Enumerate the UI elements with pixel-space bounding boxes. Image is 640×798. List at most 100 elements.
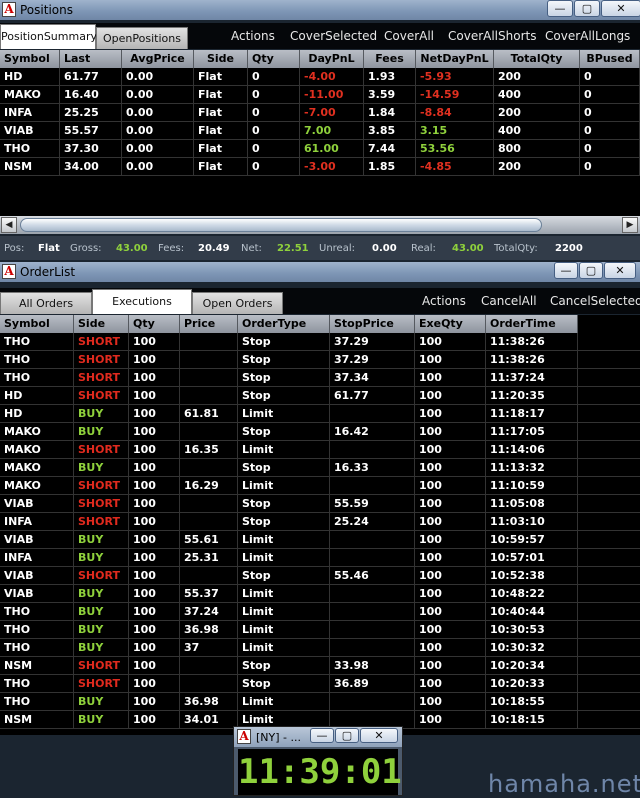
col-ordertime[interactable]: OrderTime bbox=[486, 315, 578, 333]
orderlist-actions-menu[interactable]: Actions bbox=[422, 294, 466, 308]
minimize-icon[interactable]: — bbox=[547, 0, 573, 17]
minimize-icon[interactable]: — bbox=[310, 728, 334, 743]
table-row[interactable]: THO BUY 100 37 Limit 100 10:30:32 bbox=[0, 639, 640, 657]
table-row[interactable]: INFA 25.25 0.00 Flat 0 -7.00 1.84 -8.84 200 0 bbox=[0, 104, 640, 122]
status-unreal-label: Unreal: bbox=[319, 243, 355, 254]
cell-exeqty: 100 bbox=[415, 513, 486, 531]
cell-price: 55.37 bbox=[180, 585, 238, 603]
col-totalqty[interactable]: TotalQty bbox=[494, 50, 580, 68]
cell-stopprice bbox=[330, 603, 415, 621]
cell-exeqty: 100 bbox=[415, 333, 486, 351]
table-row[interactable]: MAKO SHORT 100 16.29 Limit 100 11:10:59 bbox=[0, 477, 640, 495]
col-side[interactable]: Side bbox=[194, 50, 248, 68]
table-row[interactable]: THO SHORT 100 Stop 36.89 100 10:20:33 bbox=[0, 675, 640, 693]
table-row[interactable]: THO SHORT 100 Stop 37.29 100 11:38:26 bbox=[0, 333, 640, 351]
table-row[interactable]: THO SHORT 100 Stop 37.29 100 11:38:26 bbox=[0, 351, 640, 369]
positions-actions-menu[interactable]: Actions bbox=[231, 29, 275, 43]
table-row[interactable]: THO BUY 100 37.24 Limit 100 10:40:44 bbox=[0, 603, 640, 621]
col-stopprice[interactable]: StopPrice bbox=[330, 315, 415, 333]
cell-symbol: NSM bbox=[0, 711, 74, 729]
tab-open-orders[interactable]: Open Orders bbox=[192, 292, 283, 314]
table-row[interactable]: MAKO SHORT 100 16.35 Limit 100 11:14:06 bbox=[0, 441, 640, 459]
maximize-icon[interactable]: ▢ bbox=[579, 262, 603, 279]
table-row[interactable]: VIAB SHORT 100 Stop 55.46 100 10:52:38 bbox=[0, 567, 640, 585]
table-row[interactable]: MAKO 16.40 0.00 Flat 0 -11.00 3.59 -14.59 400 0 bbox=[0, 86, 640, 104]
col-price[interactable]: Price bbox=[180, 315, 238, 333]
cell-price: 55.61 bbox=[180, 531, 238, 549]
cell-qty: 100 bbox=[129, 495, 180, 513]
cell-totalqty: 200 bbox=[494, 158, 580, 176]
tab-position-summary[interactable]: PositionSummary bbox=[0, 24, 97, 49]
clock-titlebar[interactable]: A [NY] - ... — ▢ ✕ bbox=[234, 727, 402, 747]
cell-ordertime: 10:18:15 bbox=[486, 711, 578, 729]
col-symbol[interactable]: Symbol bbox=[0, 315, 74, 333]
tab-executions[interactable]: Executions bbox=[92, 289, 192, 314]
table-row[interactable]: HD SHORT 100 Stop 61.77 100 11:20:35 bbox=[0, 387, 640, 405]
scroll-thumb[interactable] bbox=[20, 218, 542, 232]
col-exeqty[interactable]: ExeQty bbox=[415, 315, 486, 333]
col-side[interactable]: Side bbox=[74, 315, 129, 333]
cell-ordertime: 10:20:34 bbox=[486, 657, 578, 675]
tab-all-orders[interactable]: All Orders bbox=[0, 292, 92, 314]
cell-exeqty: 100 bbox=[415, 495, 486, 513]
cover-all-shorts-button[interactable]: CoverAllShorts bbox=[448, 29, 536, 43]
col-qty[interactable]: Qty bbox=[248, 50, 300, 68]
col-netdaypnl[interactable]: NetDayPnL bbox=[416, 50, 494, 68]
col-last[interactable]: Last bbox=[60, 50, 122, 68]
cell-side: Flat bbox=[194, 68, 248, 86]
cell-side: Flat bbox=[194, 140, 248, 158]
cover-all-button[interactable]: CoverAll bbox=[384, 29, 434, 43]
close-icon[interactable]: ✕ bbox=[601, 0, 640, 17]
table-row[interactable]: THO 37.30 0.00 Flat 0 61.00 7.44 53.56 800 0 bbox=[0, 140, 640, 158]
cell-stopprice bbox=[330, 405, 415, 423]
positions-hscrollbar[interactable]: ◀ ▶ bbox=[0, 216, 640, 234]
maximize-icon[interactable]: ▢ bbox=[574, 0, 600, 17]
table-row[interactable]: VIAB BUY 100 55.37 Limit 100 10:48:22 bbox=[0, 585, 640, 603]
col-avgprice[interactable]: AvgPrice bbox=[122, 50, 194, 68]
cancel-selected-button[interactable]: CancelSelected bbox=[550, 294, 640, 308]
table-row[interactable]: HD BUY 100 61.81 Limit 100 11:18:17 bbox=[0, 405, 640, 423]
table-row[interactable]: VIAB SHORT 100 Stop 55.59 100 11:05:08 bbox=[0, 495, 640, 513]
table-row[interactable]: INFA BUY 100 25.31 Limit 100 10:57:01 bbox=[0, 549, 640, 567]
close-icon[interactable]: ✕ bbox=[360, 728, 398, 743]
table-row[interactable]: HD 61.77 0.00 Flat 0 -4.00 1.93 -5.93 200 0 bbox=[0, 68, 640, 86]
arrow-left-icon[interactable]: ◀ bbox=[1, 217, 17, 233]
col-symbol[interactable]: Symbol bbox=[0, 50, 60, 68]
cell-side: BUY bbox=[74, 693, 129, 711]
cell-avgprice: 0.00 bbox=[122, 140, 194, 158]
cover-selected-button[interactable]: CoverSelected bbox=[290, 29, 377, 43]
positions-tabbar: PositionSummary OpenPositions Actions Co… bbox=[0, 23, 640, 49]
table-row[interactable]: THO SHORT 100 Stop 37.34 100 11:37:24 bbox=[0, 369, 640, 387]
cell-exeqty: 100 bbox=[415, 459, 486, 477]
col-bpused[interactable]: BPused bbox=[580, 50, 640, 68]
table-row[interactable]: VIAB 55.57 0.00 Flat 0 7.00 3.85 3.15 400 0 bbox=[0, 122, 640, 140]
cancel-all-button[interactable]: CancelAll bbox=[481, 294, 537, 308]
cell-exeqty: 100 bbox=[415, 477, 486, 495]
minimize-icon[interactable]: — bbox=[554, 262, 578, 279]
maximize-icon[interactable]: ▢ bbox=[335, 728, 359, 743]
cell-qty: 0 bbox=[248, 104, 300, 122]
arrow-right-icon[interactable]: ▶ bbox=[622, 217, 638, 233]
col-qty[interactable]: Qty bbox=[129, 315, 180, 333]
table-row[interactable]: MAKO BUY 100 Stop 16.42 100 11:17:05 bbox=[0, 423, 640, 441]
table-row[interactable]: THO BUY 100 36.98 Limit 100 10:18:55 bbox=[0, 693, 640, 711]
col-fees[interactable]: Fees bbox=[364, 50, 416, 68]
table-row[interactable]: THO BUY 100 36.98 Limit 100 10:30:53 bbox=[0, 621, 640, 639]
positions-statusbar: Pos: Flat Gross: 43.00 Fees: 20.49 Net: … bbox=[0, 236, 640, 260]
cell-netdaypnl: -4.85 bbox=[416, 158, 494, 176]
col-ordertype[interactable]: OrderType bbox=[238, 315, 330, 333]
table-row[interactable]: MAKO BUY 100 Stop 16.33 100 11:13:32 bbox=[0, 459, 640, 477]
cell-stopprice: 37.29 bbox=[330, 333, 415, 351]
orderlist-titlebar[interactable]: A OrderList — ▢ ✕ bbox=[0, 262, 640, 282]
table-row[interactable]: VIAB BUY 100 55.61 Limit 100 10:59:57 bbox=[0, 531, 640, 549]
positions-titlebar[interactable]: A Positions — ▢ ✕ bbox=[0, 0, 640, 20]
cell-price bbox=[180, 675, 238, 693]
tab-open-positions[interactable]: OpenPositions bbox=[96, 27, 188, 49]
table-row[interactable]: INFA SHORT 100 Stop 25.24 100 11:03:10 bbox=[0, 513, 640, 531]
cover-all-longs-button[interactable]: CoverAllLongs bbox=[545, 29, 630, 43]
table-row[interactable]: NSM 34.00 0.00 Flat 0 -3.00 1.85 -4.85 200 0 bbox=[0, 158, 640, 176]
cell-qty: 100 bbox=[129, 657, 180, 675]
close-icon[interactable]: ✕ bbox=[604, 262, 636, 279]
table-row[interactable]: NSM SHORT 100 Stop 33.98 100 10:20:34 bbox=[0, 657, 640, 675]
col-daypnl[interactable]: DayPnL bbox=[300, 50, 364, 68]
